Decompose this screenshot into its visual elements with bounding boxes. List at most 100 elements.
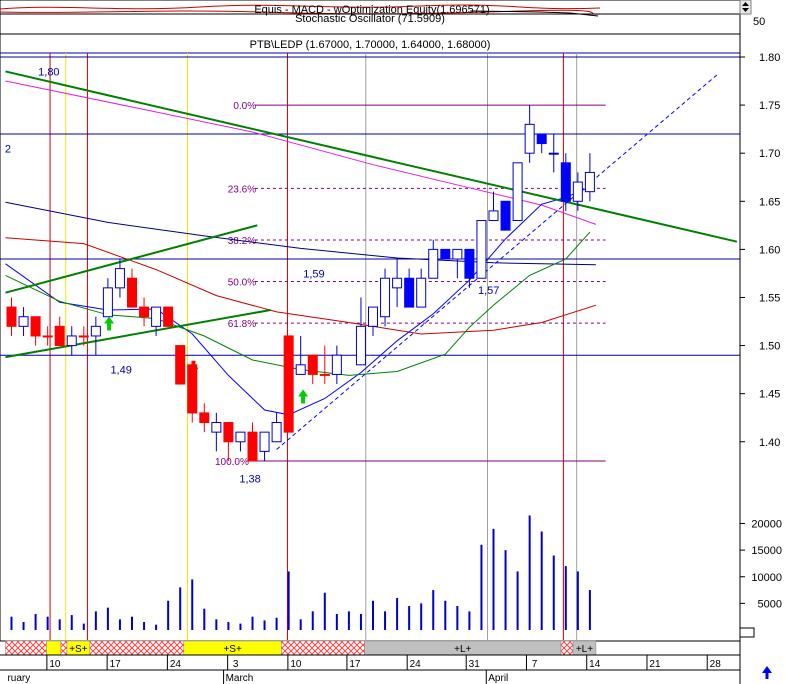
signal-arrows: [104, 316, 309, 404]
candlestick: [524, 105, 535, 163]
date-tick-label: 24: [410, 659, 422, 670]
buy-arrow-icon: [104, 316, 115, 331]
candlestick: [175, 345, 186, 385]
candle-body: [42, 335, 53, 338]
price-annotation: 1,57: [478, 285, 499, 297]
volume-bars: [10, 515, 591, 630]
candle-body: [464, 248, 475, 279]
candle-body: [584, 171, 595, 193]
candle-body: [259, 431, 270, 452]
candlestick: [331, 345, 342, 385]
month-label: ruary: [7, 673, 30, 684]
candle-body: [283, 335, 294, 433]
stoch-axis-tick: 50: [753, 16, 765, 28]
candle-body: [90, 325, 101, 337]
candle-body: [139, 306, 150, 318]
price-tick-label: 1.45: [759, 389, 780, 401]
candlestick: [30, 316, 41, 346]
candlestick: [247, 422, 258, 462]
candle-body: [271, 422, 282, 443]
candlestick: [404, 268, 415, 308]
candlestick: [476, 220, 487, 279]
candlestick: [259, 431, 270, 461]
candle-body: [30, 316, 41, 337]
candlestick: [392, 259, 403, 308]
candle-body: [295, 364, 306, 375]
candle-body: [355, 325, 366, 366]
candle-body: [307, 354, 318, 375]
candle-body: [331, 354, 342, 375]
date-axis: 10 17 24 3 10 17 24 31 7 14 21 28 ruary March April: [0, 654, 740, 684]
candle-body: [548, 152, 559, 155]
stoch-title: Stochastic Oscillator (71.5909): [295, 13, 445, 25]
candle-body: [247, 431, 258, 462]
date-tick-label: 14: [589, 659, 601, 670]
candlestick: [271, 412, 282, 443]
candlestick: [66, 326, 77, 356]
candlestick: [428, 239, 439, 279]
date-tick-label: 31: [469, 659, 481, 670]
candle-body: [175, 345, 186, 385]
volume-tick-label: 10000: [751, 572, 782, 584]
price-annotation: 1,59: [303, 268, 324, 280]
signal-segment: [89, 640, 185, 656]
candlestick: [90, 316, 101, 356]
candle-body: [536, 133, 547, 145]
signal-segment: [60, 640, 68, 656]
volume-tick-label: 20000: [751, 519, 782, 531]
fib-level-label: 100.0%: [215, 457, 249, 468]
candlestick: [452, 248, 463, 279]
price-tick-label: 1.75: [759, 100, 780, 112]
candlestick: [235, 431, 246, 452]
moving-average-line: [5, 237, 597, 335]
fib-level-label: 61.8%: [228, 319, 256, 330]
candle-body: [524, 123, 535, 154]
volume-axis: 20000 15000 10000 5000: [740, 519, 782, 610]
candle-body: [211, 422, 222, 433]
candlestick: [488, 191, 499, 222]
candle-body: [392, 277, 403, 289]
price-title: PTB\LEDP (1.67000, 1.70000, 1.64000, 1.6…: [250, 39, 491, 51]
month-label: March: [226, 673, 254, 684]
signal-segment-label: +S+: [223, 644, 242, 655]
candle-body: [428, 248, 439, 279]
price-axis: 1.80 1.75 1.70 1.65 1.60 1.55 1.50 1.45 1.40: [740, 52, 780, 449]
candle-body: [488, 210, 499, 222]
candle-body: [319, 373, 330, 376]
scroll-to-end-icon[interactable]: [762, 666, 772, 679]
candlestick: [584, 153, 595, 202]
scrollbar[interactable]: [739, 0, 752, 15]
candle-body: [6, 306, 17, 327]
moving-average-line: [5, 231, 591, 376]
candlestick: [512, 162, 523, 222]
date-tick-label: 17: [349, 659, 361, 670]
volume-tick-label: 15000: [751, 545, 782, 557]
candle-body: [572, 181, 583, 202]
signal-segment-label: +L+: [576, 644, 593, 655]
candle-body: [404, 277, 415, 308]
signal-segment-label: +S+: [69, 644, 88, 655]
candlestick: [500, 200, 511, 231]
candle-body: [476, 220, 487, 279]
price-annotation: 1,38: [239, 473, 260, 485]
signal-segment: [46, 640, 62, 656]
candlestick: [548, 133, 559, 173]
date-tick-label: 7: [532, 659, 538, 670]
month-label: April: [488, 673, 508, 684]
candle-body: [512, 162, 523, 222]
candle-body: [114, 268, 125, 289]
candlestick: [54, 316, 65, 347]
candlestick: [187, 364, 198, 423]
signal-segment: [560, 640, 574, 656]
candle-body: [440, 248, 451, 260]
candlestick: [416, 268, 427, 308]
candlestick: [319, 345, 330, 385]
candlestick: [380, 268, 391, 327]
price-tick-label: 1.55: [759, 292, 780, 304]
candlestick: [6, 297, 17, 336]
candle-body: [199, 412, 210, 424]
buy-arrow-icon: [298, 389, 309, 404]
candle-body: [380, 277, 391, 318]
candlestick: [536, 133, 547, 154]
date-tick-label: 24: [170, 659, 182, 670]
